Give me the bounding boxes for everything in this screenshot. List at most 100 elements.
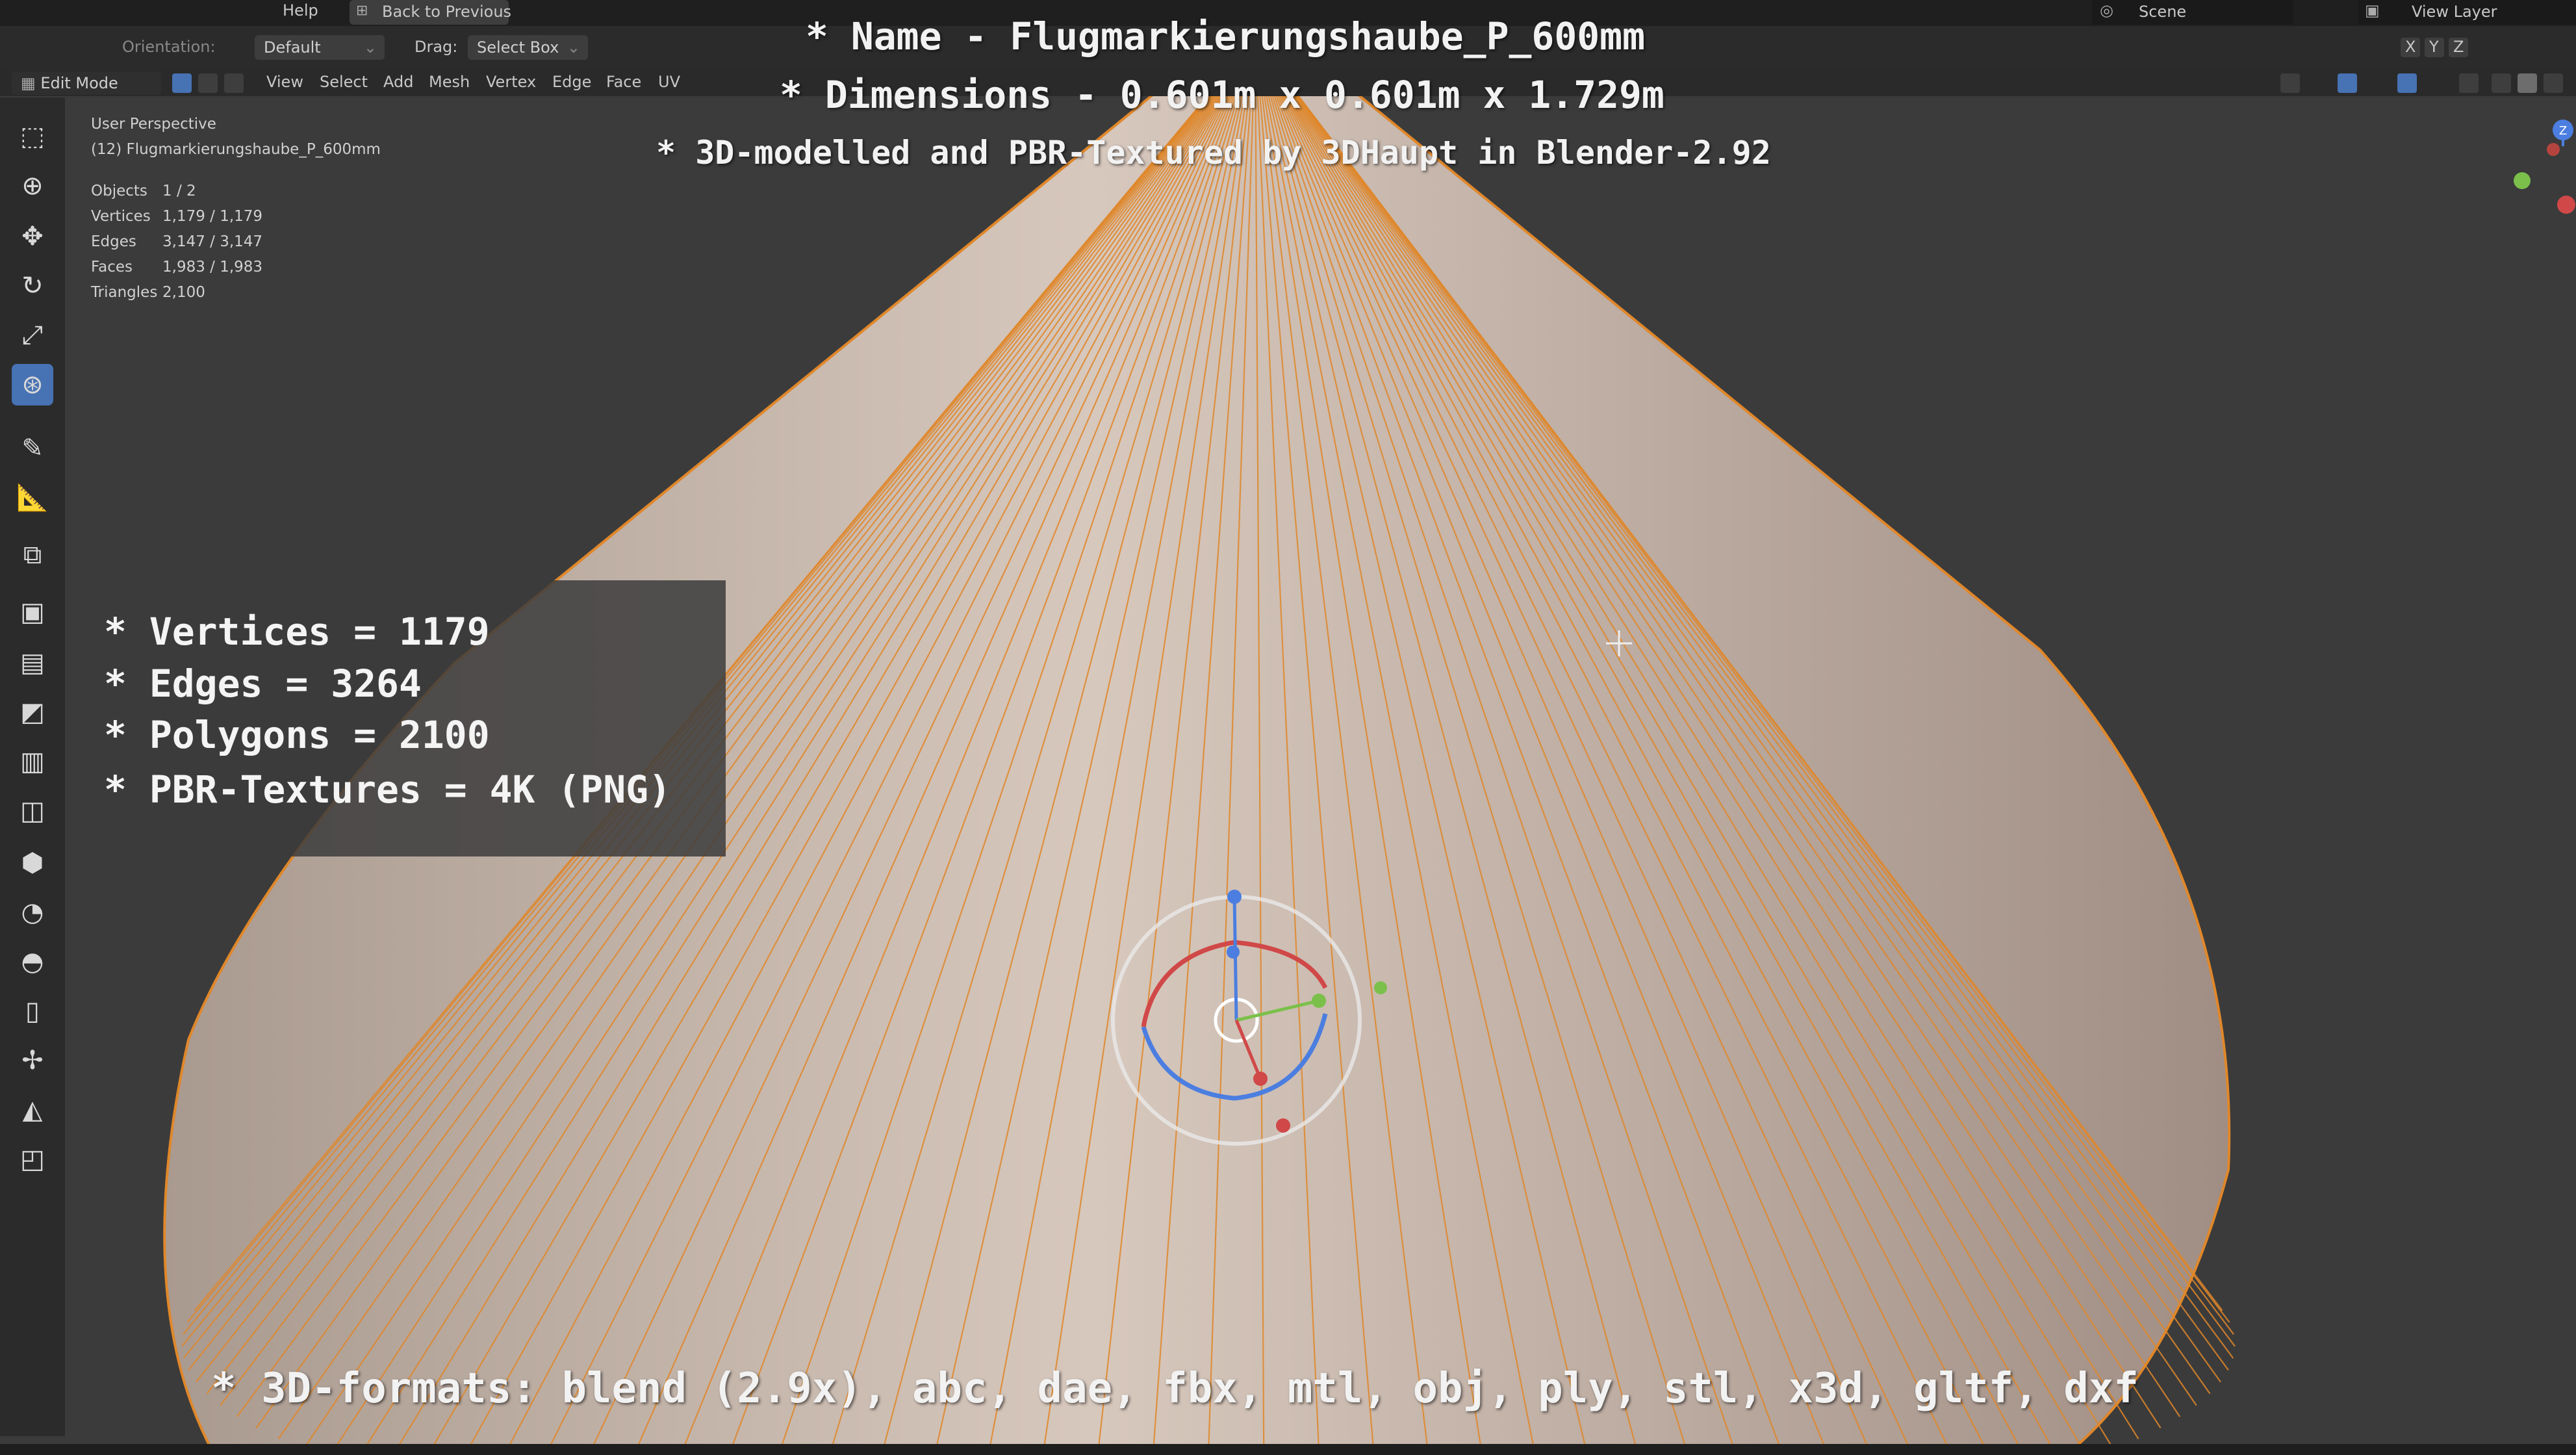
spin-tool[interactable]: ◔ (12, 892, 53, 933)
knife-tool[interactable]: ◫ (12, 790, 53, 832)
drag-dropdown[interactable]: Select Box ⌄ (468, 35, 588, 60)
inset-icon: ▤ (20, 648, 45, 678)
gizmo-toggle[interactable] (2338, 73, 2357, 93)
vertex-select-button[interactable] (172, 73, 192, 93)
tool-shelf: ⬚ ⊕ ✥ ↻ ⤢ ⊛ ✎ 📐 ⧉ ▣ ▤ ◩ ▥ ◫ ⬢ ◔ ◓ ▯ ✢ ◭ … (0, 97, 65, 1436)
transform-icon: ⊛ (21, 370, 44, 400)
edge-slide-tool[interactable]: ▯ (12, 990, 53, 1032)
smooth-icon: ◓ (21, 947, 44, 977)
stat-value: 3,147 / 3,147 (162, 233, 263, 250)
axis-x-label: X (2405, 38, 2416, 56)
face-select-button[interactable] (224, 73, 244, 93)
transform-tool[interactable]: ⊛ (12, 364, 53, 406)
menu-vertex[interactable]: Vertex (486, 73, 536, 91)
stat-label: Edges (91, 233, 136, 250)
wireframe-shading-button[interactable] (2492, 73, 2511, 93)
xray-toggle[interactable] (2459, 73, 2479, 93)
shear-tool[interactable]: ◭ (12, 1089, 53, 1131)
status-bar (0, 1444, 2576, 1455)
stat-label: Objects (91, 183, 147, 200)
shrink-fatten-tool[interactable]: ✢ (12, 1040, 53, 1081)
menu-face[interactable]: Face (606, 73, 641, 91)
view-layer-selector[interactable]: ▣ View Layer (2358, 0, 2576, 25)
edit-mode-icon: ▦ (21, 74, 41, 92)
scene-icon: ◎ (2100, 1, 2113, 19)
rotate-icon: ↻ (21, 271, 44, 301)
navigation-gizmo[interactable]: Z (2514, 120, 2575, 214)
annotate-tool[interactable]: ✎ (12, 428, 53, 469)
view-layer-label: View Layer (2412, 3, 2497, 21)
back-to-previous-button[interactable]: ⊞ Back to Previous (350, 0, 512, 25)
mesh-info-box: * Vertices = 1179 * Edges = 3264 * Polyg… (68, 580, 726, 856)
poly-build-tool[interactable]: ⬢ (12, 842, 53, 884)
move-tool[interactable]: ✥ (12, 216, 53, 257)
cursor-tool[interactable]: ⊕ (12, 165, 53, 207)
back-icon: ⊞ (356, 3, 368, 19)
material-shading-button[interactable] (2544, 73, 2563, 93)
name-caption: * Name - Flugmarkierungshaube_P_600mm (806, 14, 1646, 58)
menu-add[interactable]: Add (383, 73, 413, 91)
back-button-label: Back to Previous (382, 3, 512, 21)
shrink-icon: ✢ (21, 1046, 44, 1075)
measure-tool[interactable]: 📐 (12, 477, 53, 519)
bevel-tool[interactable]: ◩ (12, 691, 53, 733)
axis-z-label: Z (2559, 124, 2567, 138)
scene-label: Scene (2139, 3, 2187, 21)
menu-uv[interactable]: UV (658, 73, 680, 91)
drag-value: Select Box (477, 38, 559, 57)
add-cube-icon: ⧉ (23, 540, 42, 570)
menu-view[interactable]: View (266, 73, 303, 91)
inset-tool[interactable]: ▤ (12, 642, 53, 684)
solid-shading-button[interactable] (2518, 73, 2537, 93)
scale-icon: ⤢ (22, 320, 43, 350)
stat-value: 1,983 / 1,983 (162, 259, 263, 276)
object-name-label: (12) Flugmarkierungshaube_P_600mm (91, 141, 381, 158)
scale-tool[interactable]: ⤢ (12, 315, 53, 356)
add-cube-tool[interactable]: ⧉ (12, 534, 53, 576)
mode-value: Edit Mode (40, 74, 118, 92)
extrude-tool[interactable]: ▣ (12, 591, 53, 633)
loop-cut-icon: ▥ (20, 747, 45, 777)
smooth-tool[interactable]: ◓ (12, 941, 53, 983)
visibility-toggle[interactable] (2280, 73, 2300, 93)
formats-caption: * 3D-formats: blend (2.9x), abc, dae, fb… (211, 1365, 2139, 1413)
axis-y-toggle[interactable]: Y (2425, 38, 2444, 57)
rip-icon: ◰ (20, 1144, 45, 1174)
edge-select-button[interactable] (198, 73, 218, 93)
perspective-label: User Perspective (91, 116, 216, 133)
menu-select[interactable]: Select (320, 73, 368, 91)
stat-label: Faces (91, 259, 133, 276)
scene-selector[interactable]: ◎ Scene (2092, 0, 2293, 25)
extrude-icon: ▣ (20, 597, 45, 627)
loop-cut-tool[interactable]: ▥ (12, 741, 53, 782)
textures-info: * PBR-Textures = 4K (PNG) (104, 767, 671, 812)
menu-mesh[interactable]: Mesh (429, 73, 470, 91)
spin-icon: ◔ (21, 897, 44, 927)
rip-tool[interactable]: ◰ (12, 1139, 53, 1180)
mode-dropdown[interactable]: ▦ Edit Mode (12, 71, 161, 95)
axis-x-toggle[interactable]: X (2401, 38, 2420, 57)
drag-label: Drag: (414, 38, 458, 56)
rotate-tool[interactable]: ↻ (12, 265, 53, 307)
stat-value: 2,100 (162, 284, 205, 301)
stat-value: 1 / 2 (162, 183, 196, 200)
axis-y-label: Y (2429, 38, 2439, 56)
select-box-tool[interactable]: ⬚ (12, 116, 53, 157)
overlay-toggle[interactable] (2397, 73, 2417, 93)
polygons-info: * Polygons = 2100 (104, 713, 490, 757)
shear-icon: ◭ (22, 1095, 43, 1125)
edges-info: * Edges = 3264 (104, 662, 422, 706)
orientation-dropdown[interactable]: Default ⌄ (255, 35, 385, 60)
dimensions-caption: * Dimensions - 0.601m x 0.601m x 1.729m (780, 73, 1664, 117)
view-layer-icon: ▣ (2365, 1, 2380, 19)
menu-edge[interactable]: Edge (552, 73, 591, 91)
vertices-info: * Vertices = 1179 (104, 610, 490, 654)
menu-help[interactable]: Help (283, 1, 318, 19)
axis-z-toggle[interactable]: Z (2449, 38, 2468, 57)
orientation-label: Orientation: (122, 38, 216, 56)
stat-value: 1,179 / 1,179 (162, 208, 263, 225)
move-arrows-icon: ✥ (21, 222, 44, 251)
stat-label: Vertices (91, 208, 151, 225)
poly-build-icon: ⬢ (21, 848, 44, 878)
chevron-down-icon: ⌄ (567, 38, 580, 57)
